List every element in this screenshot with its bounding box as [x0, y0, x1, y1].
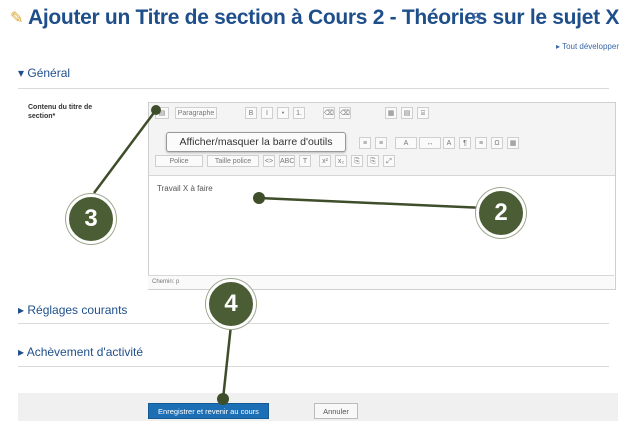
screenshot-stage: ✎ Ajouter un Titre de section à Cours 2 …: [0, 0, 627, 421]
annotation-dot-3: [151, 105, 161, 115]
annotation-marker-3: 3: [66, 194, 116, 244]
annotation-line-2: [258, 196, 486, 210]
annotation-line-3: [92, 109, 158, 194]
annotation-dot-4: [217, 393, 229, 405]
annotation-marker-4: 4: [206, 279, 256, 329]
annotation-marker-2: 2: [476, 188, 526, 238]
annotation-line-4: [221, 324, 233, 400]
annotation-dot-2: [253, 192, 265, 204]
